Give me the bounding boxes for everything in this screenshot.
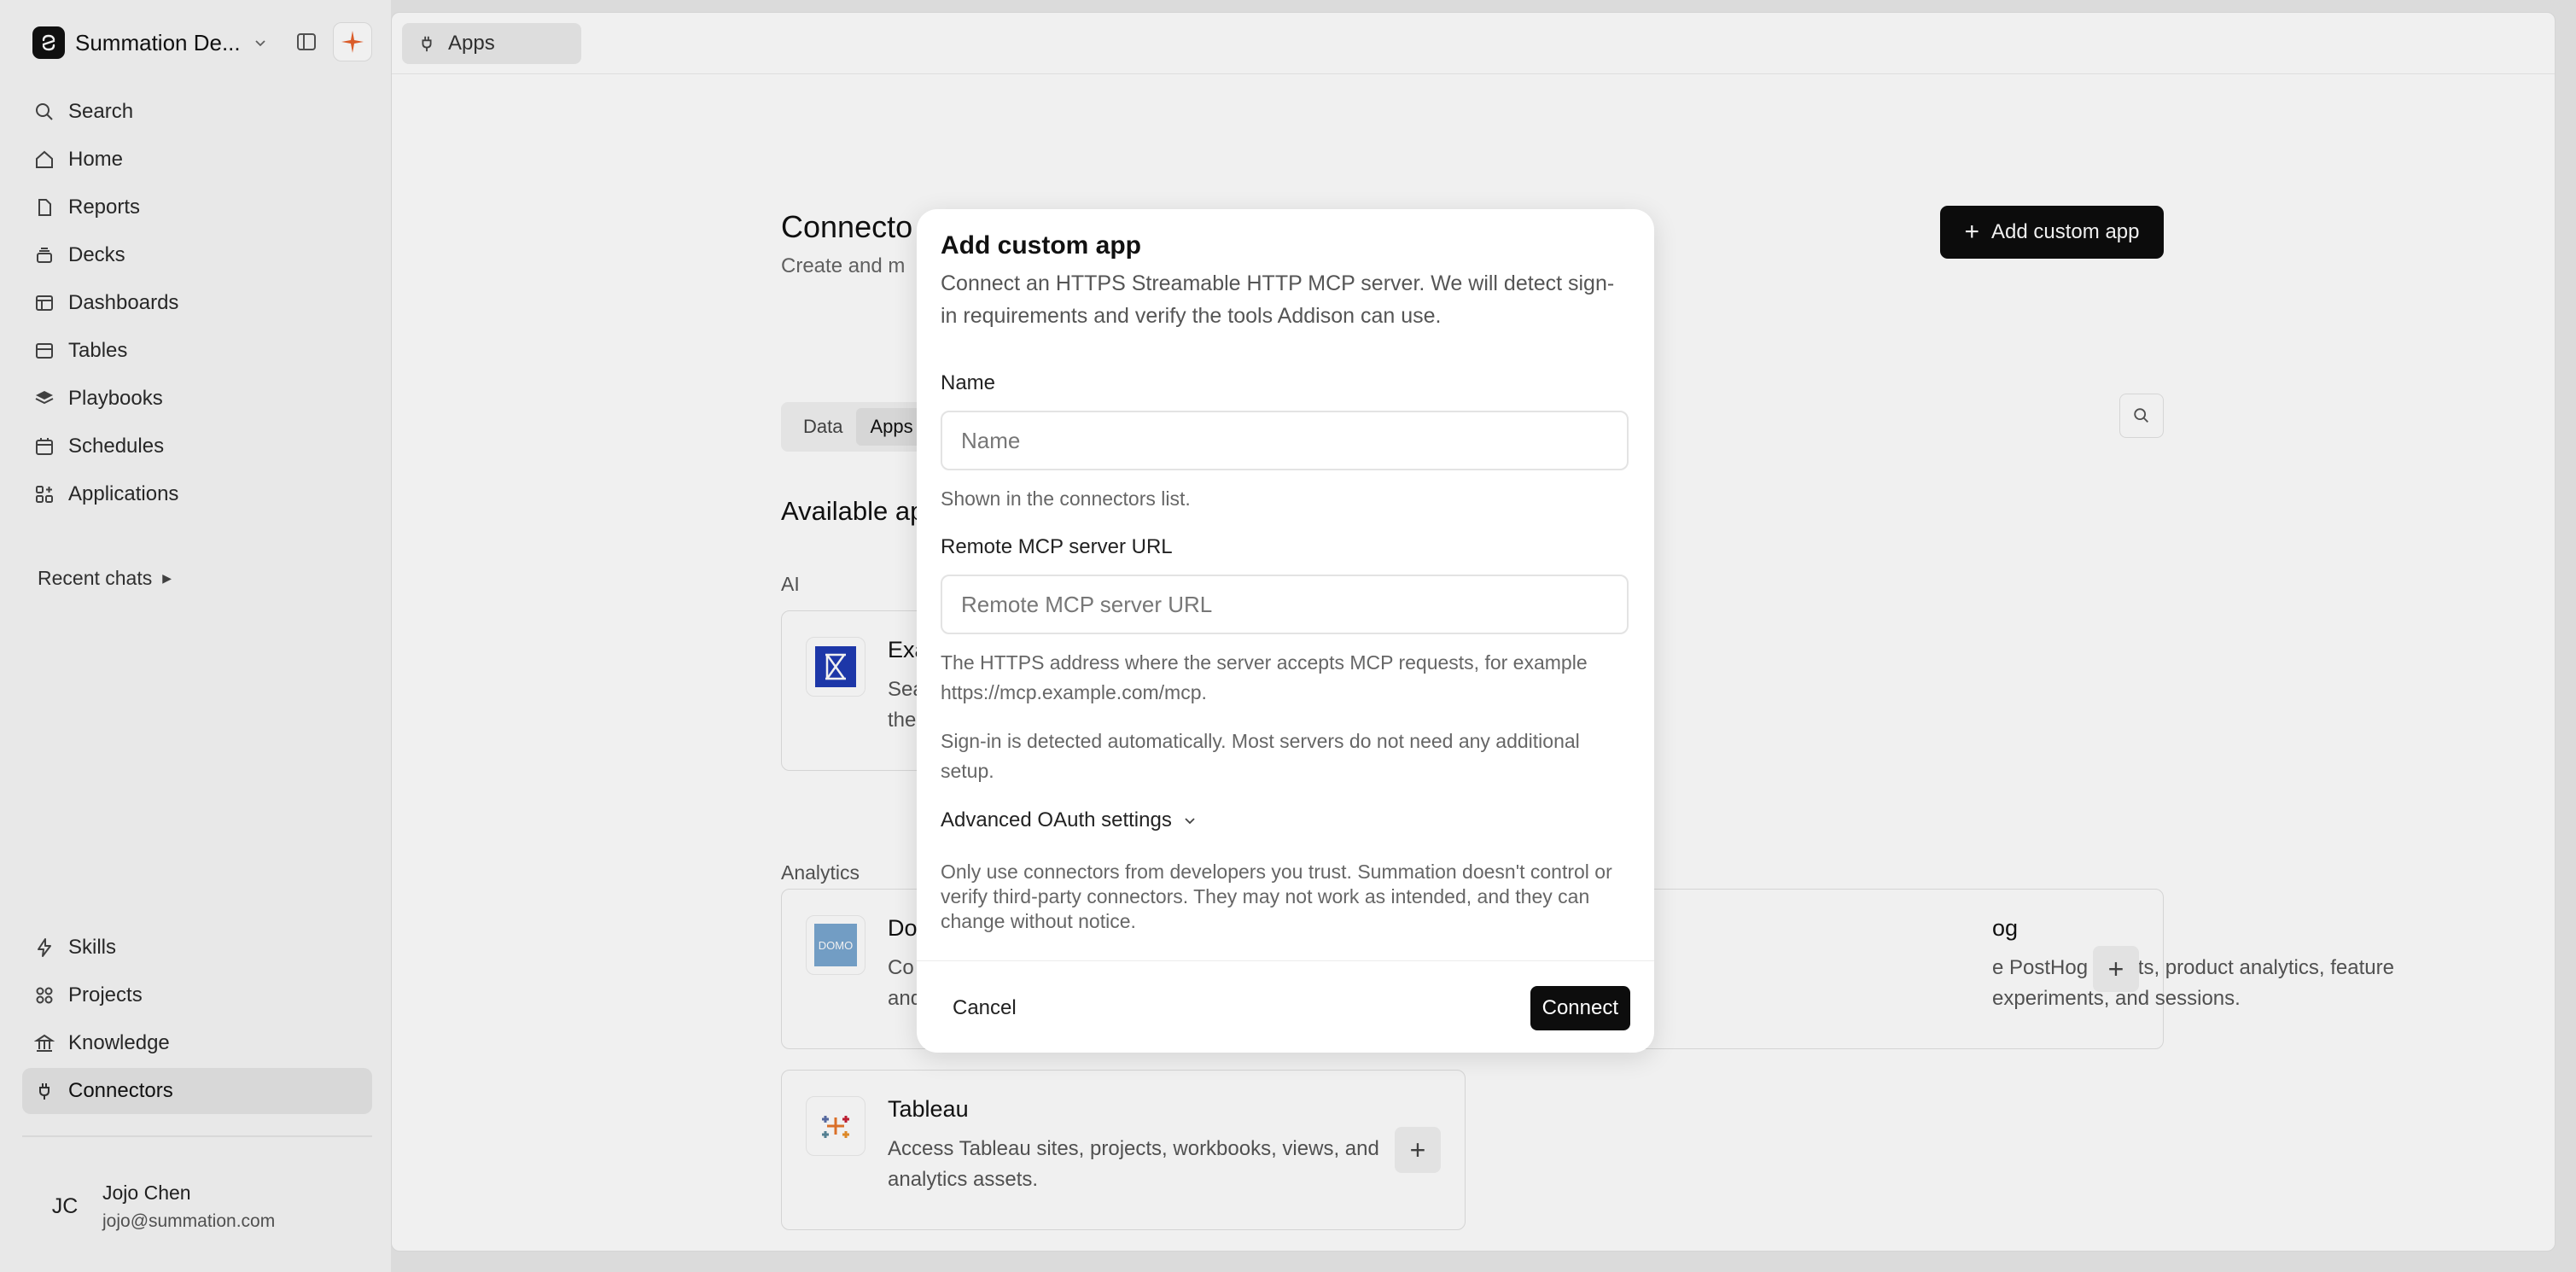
advanced-oauth-label: Advanced OAuth settings — [941, 808, 1172, 831]
cancel-button[interactable]: Cancel — [941, 986, 1029, 1030]
name-label: Name — [941, 371, 996, 394]
dialog-description: Connect an HTTPS Streamable HTTP MCP ser… — [941, 271, 1615, 328]
connect-button[interactable]: Connect — [1530, 986, 1630, 1030]
url-help-text: The HTTPS address where the server accep… — [941, 651, 1588, 703]
chevron-down-icon — [1182, 813, 1198, 828]
name-help-text: Shown in the connectors list. — [941, 487, 1191, 510]
add-custom-app-dialog: Add custom app Connect an HTTPS Streamab… — [917, 209, 1654, 1053]
trust-warning: Only use connectors from developers you … — [941, 861, 1612, 932]
dialog-footer-divider — [917, 960, 1654, 961]
advanced-oauth-toggle[interactable]: Advanced OAuth settings — [941, 808, 1198, 832]
server-url-input[interactable] — [941, 575, 1629, 634]
dialog-title: Add custom app — [941, 231, 1142, 260]
url-label: Remote MCP server URL — [941, 535, 1173, 558]
signin-help-text: Sign-in is detected automatically. Most … — [941, 730, 1580, 782]
name-input[interactable] — [941, 411, 1629, 470]
